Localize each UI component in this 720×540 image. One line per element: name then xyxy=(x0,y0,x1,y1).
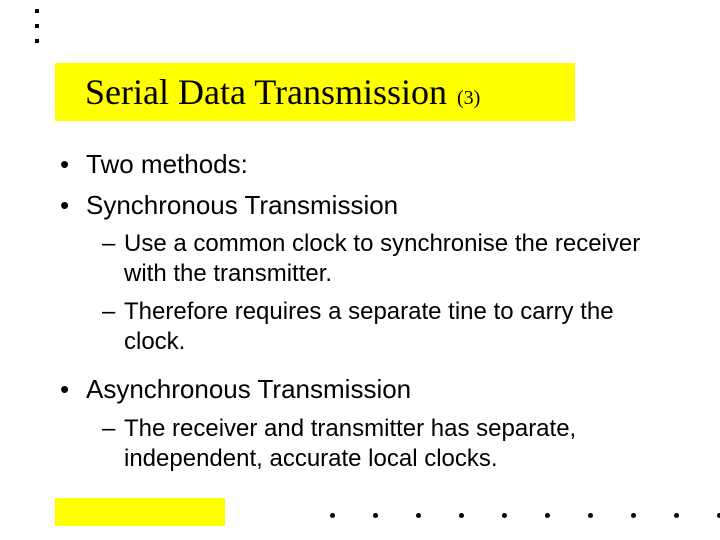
content-area: • Two methods: • Synchronous Transmissio… xyxy=(60,148,660,490)
list-item-text: Use a common clock to synchronise the re… xyxy=(124,229,660,289)
bullet-icon: • xyxy=(60,189,86,222)
list-item: – The receiver and transmitter has separ… xyxy=(102,414,660,474)
list-item: • Two methods: xyxy=(60,148,660,181)
list-item-text: Therefore requires a separate tine to ca… xyxy=(124,297,660,357)
decoration-dots-horizontal xyxy=(330,513,720,518)
bullet-list: • Asynchronous Transmission xyxy=(60,373,660,406)
bullet-sublist: – The receiver and transmitter has separ… xyxy=(102,414,660,474)
dot-icon xyxy=(588,513,593,518)
dot-icon xyxy=(459,513,464,518)
list-item-text: Two methods: xyxy=(86,148,660,181)
dot-icon xyxy=(545,513,550,518)
dot-icon xyxy=(416,513,421,518)
bullet-icon: • xyxy=(60,373,86,406)
dot-icon xyxy=(35,24,39,28)
bullet-icon: • xyxy=(60,148,86,181)
dot-icon xyxy=(674,513,679,518)
dot-icon xyxy=(330,513,335,518)
list-item-text: The receiver and transmitter has separat… xyxy=(124,414,660,474)
slide: Serial Data Transmission (3) • Two metho… xyxy=(0,0,720,540)
dash-icon: – xyxy=(102,229,124,259)
list-item: • Synchronous Transmission xyxy=(60,189,660,222)
decoration-dots-vertical xyxy=(35,9,39,43)
bullet-list: • Two methods: • Synchronous Transmissio… xyxy=(60,148,660,221)
bullet-sublist: – Use a common clock to synchronise the … xyxy=(102,229,660,357)
dot-icon xyxy=(502,513,507,518)
slide-title: Serial Data Transmission xyxy=(85,71,447,113)
list-item: – Therefore requires a separate tine to … xyxy=(102,297,660,357)
list-item-text: Synchronous Transmission xyxy=(86,189,660,222)
list-item: – Use a common clock to synchronise the … xyxy=(102,229,660,289)
dot-icon xyxy=(35,39,39,43)
list-item: • Asynchronous Transmission xyxy=(60,373,660,406)
dot-icon xyxy=(35,9,39,13)
dot-icon xyxy=(631,513,636,518)
dot-icon xyxy=(373,513,378,518)
title-box: Serial Data Transmission (3) xyxy=(55,63,575,121)
slide-number: (3) xyxy=(457,87,480,110)
list-item-text: Asynchronous Transmission xyxy=(86,373,660,406)
dash-icon: – xyxy=(102,297,124,327)
dash-icon: – xyxy=(102,414,124,444)
decoration-bar xyxy=(55,498,225,526)
